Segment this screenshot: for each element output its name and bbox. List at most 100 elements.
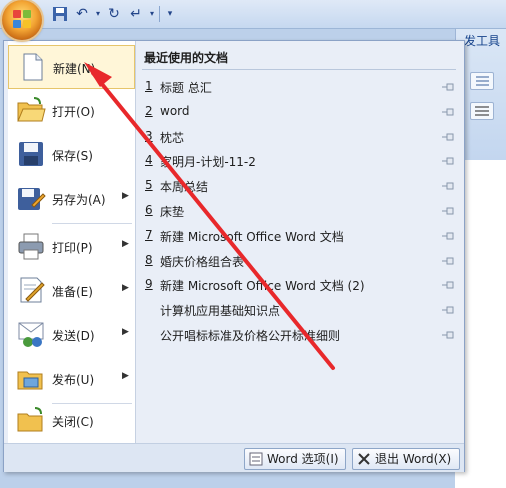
close-icon <box>358 453 370 465</box>
menu-item-label: 关闭(C) <box>52 415 94 429</box>
submenu-arrow-icon: ▶ <box>122 327 129 337</box>
recent-document-item[interactable]: 4 家明月-计划-11-2 <box>136 149 462 173</box>
menu-item-close[interactable]: 关闭(C) <box>8 399 135 443</box>
recent-document-name: 枕芯 <box>160 130 185 145</box>
printer-icon <box>16 231 46 261</box>
menu-item-label: 准备(E) <box>52 285 93 299</box>
pin-icon[interactable] <box>441 155 455 167</box>
word-options-label: Word 选项(I) <box>267 452 339 466</box>
office-menu: 新建(N) 打开(O) 保存(S) 另存为(A) ▶ 打印(P) ▶ 准备(E)… <box>3 40 465 472</box>
recent-documents-title: 最近使用的文档 <box>144 51 229 65</box>
recent-document-number: 2 <box>145 103 153 118</box>
recent-document-item[interactable]: 1 标题 总汇 <box>136 75 462 99</box>
recent-document-name: 家明月-计划-11-2 <box>160 155 256 170</box>
undo-icon[interactable]: ↶ <box>74 6 90 22</box>
recent-document-item[interactable]: 计算机应用基础知识点 <box>136 298 462 322</box>
repeat-icon[interactable]: ↵ <box>128 6 144 22</box>
save-icon[interactable] <box>52 6 68 22</box>
bullets-list-button[interactable] <box>470 72 494 90</box>
pin-icon[interactable] <box>441 131 455 143</box>
recent-document-name: 公开唱标标准及价格公开标准细则 <box>160 329 341 343</box>
exit-word-button[interactable]: 退出 Word(X) <box>352 448 460 470</box>
customize-dropdown-icon[interactable]: ▾ <box>162 6 178 22</box>
pin-icon[interactable] <box>441 205 455 217</box>
recent-document-number: 7 <box>145 227 153 242</box>
undo-dropdown-icon[interactable]: ▾ <box>90 6 106 22</box>
menu-item-send[interactable]: 发送(D) ▶ <box>8 313 135 357</box>
recent-document-number: 1 <box>145 79 153 93</box>
recent-document-number: 8 <box>145 252 153 267</box>
menu-item-save-as[interactable]: 另存为(A) ▶ <box>8 177 135 221</box>
title-divider <box>142 69 456 70</box>
quick-access-toolbar: ↶ ▾ ↻ ↵ ▾ ▾ <box>0 0 506 29</box>
menu-item-label: 另存为(A) <box>52 193 106 207</box>
office-button[interactable] <box>2 0 42 40</box>
pin-icon[interactable] <box>441 81 455 93</box>
menu-item-label: 新建(N) <box>53 62 96 76</box>
recent-document-name: 新建 Microsoft Office Word 文档 (2) <box>160 279 365 294</box>
office-logo-icon <box>13 10 31 28</box>
recent-document-item[interactable]: 5 本周总结 <box>136 174 462 198</box>
menu-item-new[interactable]: 新建(N) <box>8 45 135 89</box>
menu-item-publish[interactable]: 发布(U) ▶ <box>8 357 135 401</box>
prepare-icon <box>16 275 46 305</box>
ribbon-tab-developer[interactable]: 发工具 <box>464 32 500 49</box>
pin-icon[interactable] <box>441 304 455 316</box>
options-icon <box>249 452 263 466</box>
recent-document-number: 9 <box>145 277 153 292</box>
recent-document-name: 新建 Microsoft Office Word 文档 <box>160 229 344 244</box>
close-folder-icon <box>16 405 46 435</box>
pin-icon[interactable] <box>441 329 455 341</box>
submenu-arrow-icon: ▶ <box>122 283 129 293</box>
align-button[interactable] <box>470 102 494 120</box>
menu-item-label: 打印(P) <box>52 241 93 255</box>
redo-icon[interactable]: ↻ <box>106 6 122 22</box>
pin-icon[interactable] <box>441 279 455 291</box>
recent-document-number: 6 <box>145 203 153 217</box>
menu-commands: 新建(N) 打开(O) 保存(S) 另存为(A) ▶ 打印(P) ▶ 准备(E)… <box>8 41 136 443</box>
open-folder-icon <box>16 95 46 125</box>
recent-document-name: word <box>160 103 190 118</box>
menu-item-label: 保存(S) <box>52 149 93 163</box>
save-as-icon <box>16 183 46 213</box>
recent-document-item[interactable]: 3 枕芯 <box>136 125 462 149</box>
menu-item-label: 发送(D) <box>52 329 95 343</box>
recent-document-item[interactable]: 9 新建 Microsoft Office Word 文档 (2) <box>136 273 462 297</box>
recent-document-number: 3 <box>145 128 153 143</box>
recent-document-name: 本周总结 <box>160 180 209 195</box>
recent-documents-panel: 最近使用的文档 1 标题 总汇 2 word 3 枕芯 4 家明月-计划-11-2 5 本周总结 6… <box>136 41 462 443</box>
menu-item-label: 发布(U) <box>52 373 95 387</box>
send-icon <box>16 319 46 349</box>
align-justify-icon <box>475 106 489 116</box>
publish-icon <box>16 363 46 393</box>
recent-document-name: 床垫 <box>160 205 185 219</box>
menu-item-prepare[interactable]: 准备(E) ▶ <box>8 269 135 313</box>
recent-document-name: 标题 总汇 <box>160 81 212 95</box>
save-disk-icon <box>16 139 46 169</box>
list-icon <box>476 76 489 86</box>
recent-document-number: 4 <box>145 153 153 168</box>
pin-icon[interactable] <box>441 230 455 242</box>
new-document-icon <box>17 52 47 82</box>
exit-word-label: 退出 Word(X) <box>375 452 452 466</box>
pin-icon[interactable] <box>441 106 455 118</box>
recent-document-number: 5 <box>145 178 153 193</box>
recent-document-item[interactable]: 公开唱标标准及价格公开标准细则 <box>136 323 462 347</box>
pin-icon[interactable] <box>441 255 455 267</box>
menu-item-save[interactable]: 保存(S) <box>8 133 135 177</box>
recent-document-item[interactable]: 7 新建 Microsoft Office Word 文档 <box>136 224 462 248</box>
recent-document-item[interactable]: 6 床垫 <box>136 199 462 223</box>
menu-item-open[interactable]: 打开(O) <box>8 89 135 133</box>
menu-item-label: 打开(O) <box>52 105 95 119</box>
toolbar-divider <box>159 6 160 22</box>
submenu-arrow-icon: ▶ <box>122 239 129 249</box>
menu-footer: Word 选项(I) 退出 Word(X) <box>4 443 464 472</box>
submenu-arrow-icon: ▶ <box>122 191 129 201</box>
recent-document-item[interactable]: 8 婚庆价格组合表 <box>136 249 462 273</box>
word-options-button[interactable]: Word 选项(I) <box>244 448 346 470</box>
menu-divider <box>52 223 132 224</box>
redo-dropdown-icon[interactable]: ▾ <box>144 6 160 22</box>
menu-item-print[interactable]: 打印(P) ▶ <box>8 225 135 269</box>
recent-document-item[interactable]: 2 word <box>136 100 462 124</box>
pin-icon[interactable] <box>441 180 455 192</box>
